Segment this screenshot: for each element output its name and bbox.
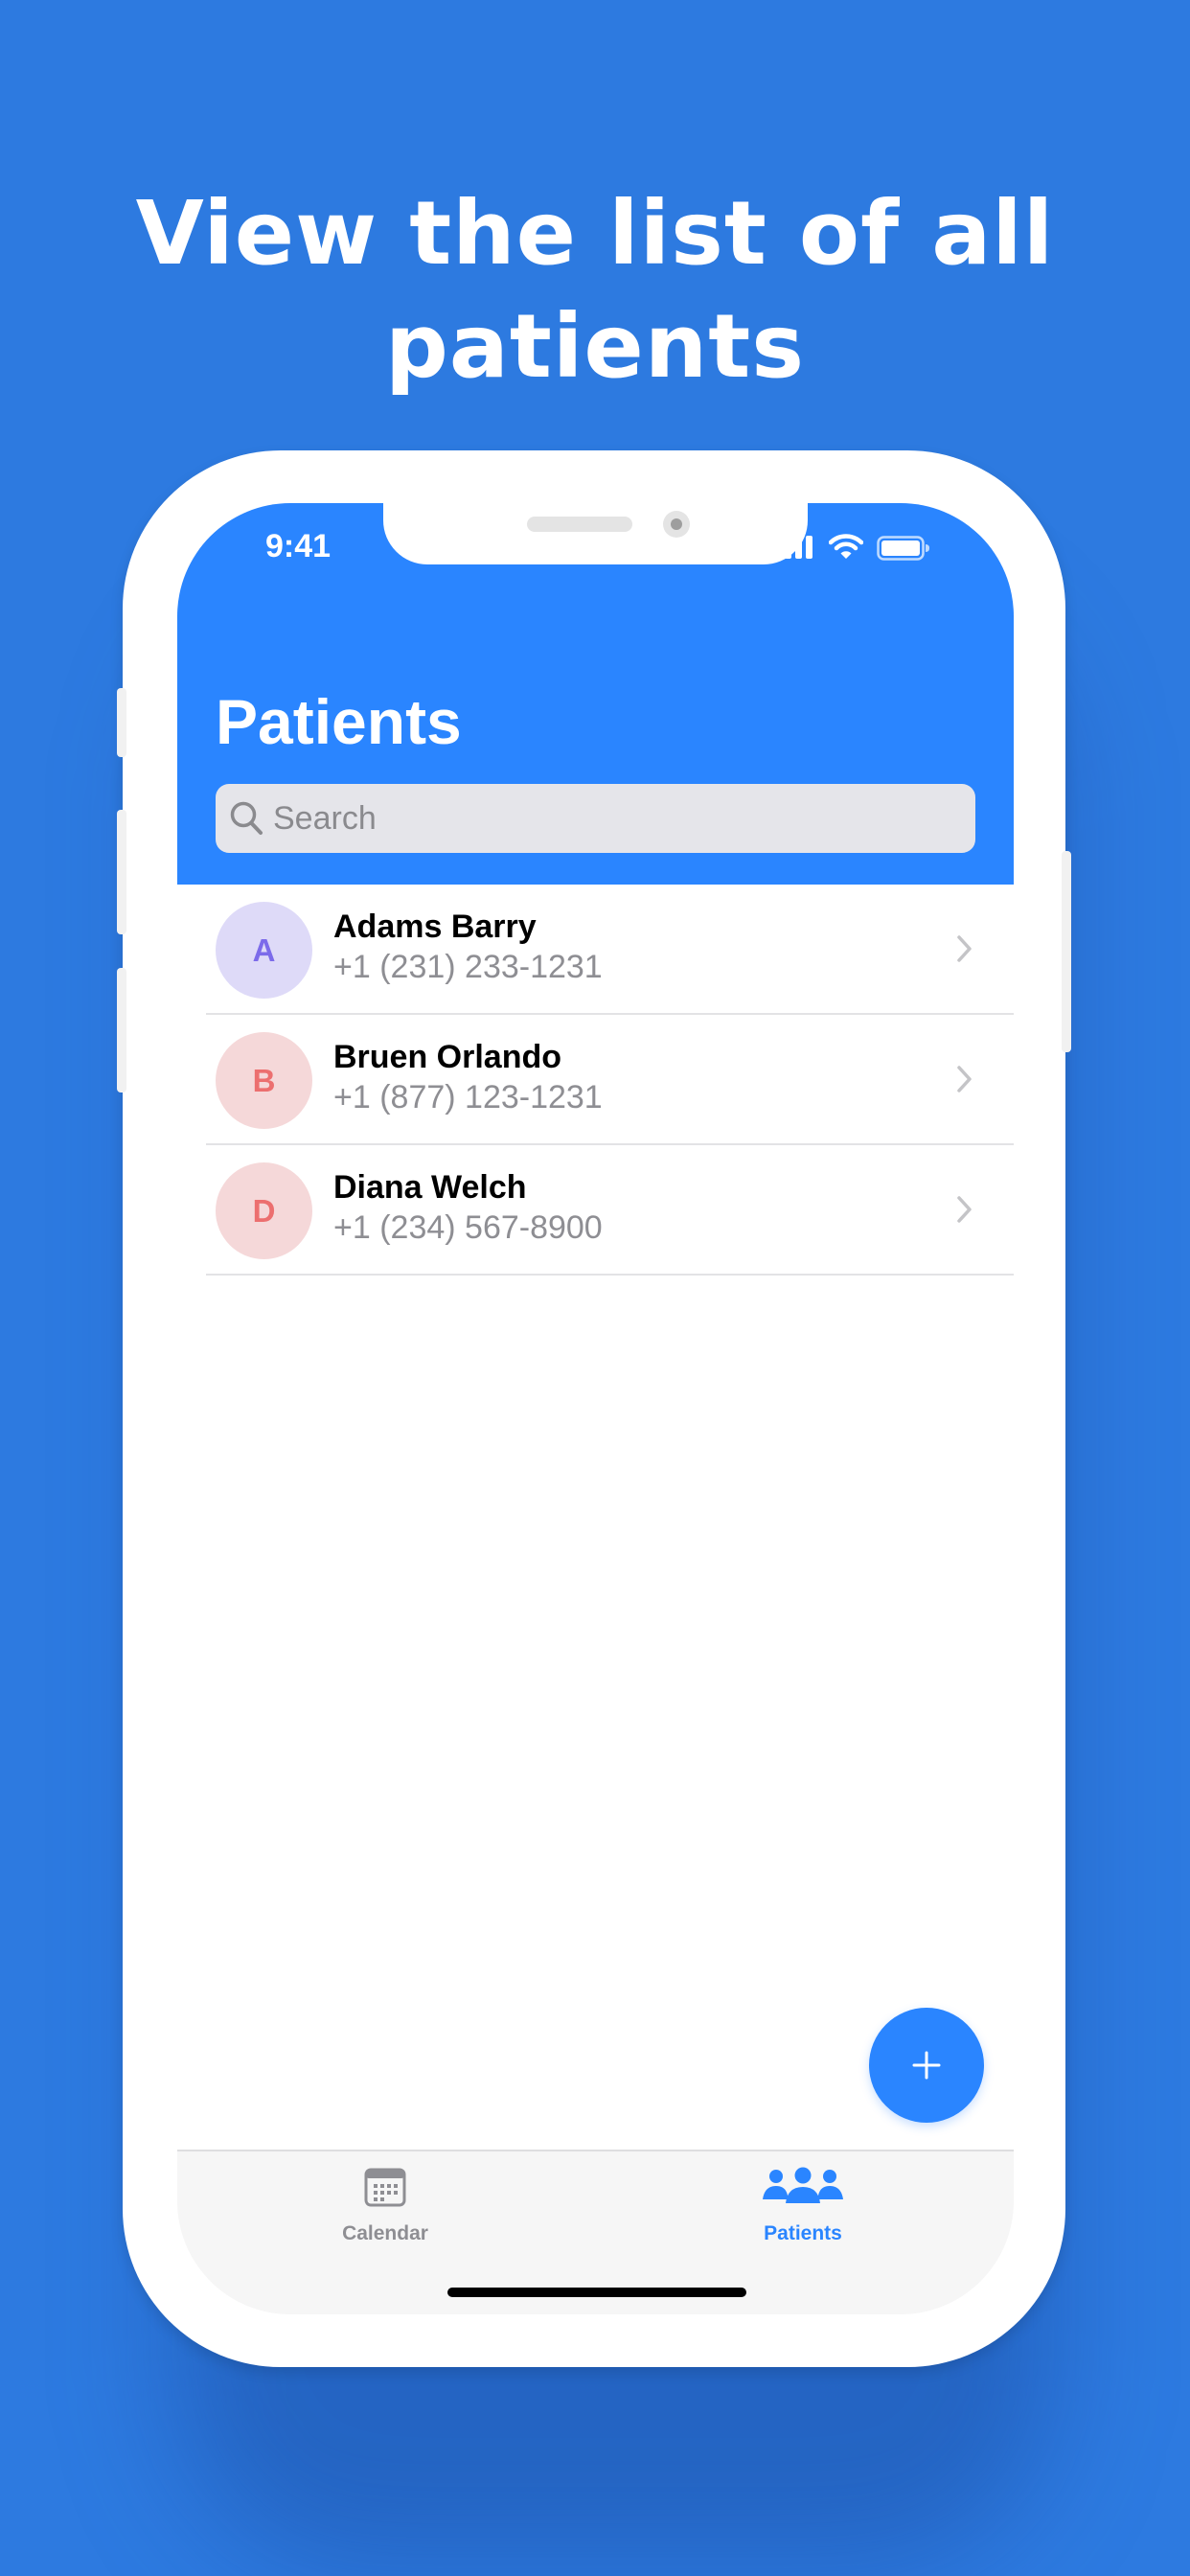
patient-phone: +1 (877) 123-1231: [333, 1079, 603, 1116]
search-icon: [230, 801, 263, 835]
patient-row[interactable]: D Diana Welch +1 (234) 567-8900: [177, 1145, 1014, 1276]
tab-label: Patients: [764, 2222, 842, 2244]
wifi-icon: [829, 534, 863, 559]
chevron-right-icon: [957, 1196, 972, 1223]
side-button-volume-down: [117, 968, 126, 1092]
battery-icon: [877, 536, 929, 561]
chevron-right-icon: [957, 1066, 972, 1092]
promo-headline: View the list of all patients: [0, 177, 1190, 403]
people-icon: [763, 2167, 843, 2203]
add-patient-button[interactable]: [869, 2008, 984, 2123]
home-indicator[interactable]: [447, 2288, 746, 2297]
tab-calendar[interactable]: Calendar: [289, 2167, 481, 2253]
side-button-mute: [117, 688, 126, 757]
headline-line-1: View the list of all: [135, 182, 1055, 285]
patient-name: Adams Barry: [333, 908, 537, 945]
headline-line-2: patients: [384, 295, 806, 398]
tab-label: Calendar: [342, 2222, 428, 2244]
phone-screen: 9:41 Patients Search A Adams Barry +1 (2…: [177, 503, 1014, 2314]
tab-patients[interactable]: Patients: [707, 2167, 899, 2253]
patient-phone: +1 (234) 567-8900: [333, 1209, 603, 1246]
patient-name: Bruen Orlando: [333, 1039, 562, 1075]
speaker-grille: [527, 517, 632, 532]
avatar: D: [216, 1162, 312, 1259]
patient-phone: +1 (231) 233-1231: [333, 949, 603, 985]
side-button-volume-up: [117, 810, 126, 934]
front-camera: [663, 511, 690, 538]
patient-row[interactable]: A Adams Barry +1 (231) 233-1231: [177, 885, 1014, 1015]
avatar: B: [216, 1032, 312, 1129]
row-divider: [206, 1274, 1014, 1276]
search-placeholder: Search: [273, 800, 377, 837]
plus-icon: [912, 2051, 941, 2080]
calendar-icon: [364, 2168, 406, 2207]
phone-notch: [383, 503, 808, 564]
page-title: Patients: [216, 686, 462, 757]
patient-list: A Adams Barry +1 (231) 233-1231 B Bruen …: [177, 885, 1014, 1276]
patient-row[interactable]: B Bruen Orlando +1 (877) 123-1231: [177, 1015, 1014, 1145]
avatar: A: [216, 902, 312, 999]
patient-name: Diana Welch: [333, 1169, 527, 1206]
side-button-power: [1062, 851, 1071, 1052]
search-bar[interactable]: Search: [216, 784, 975, 853]
status-time: 9:41: [265, 528, 332, 564]
chevron-right-icon: [957, 935, 972, 962]
